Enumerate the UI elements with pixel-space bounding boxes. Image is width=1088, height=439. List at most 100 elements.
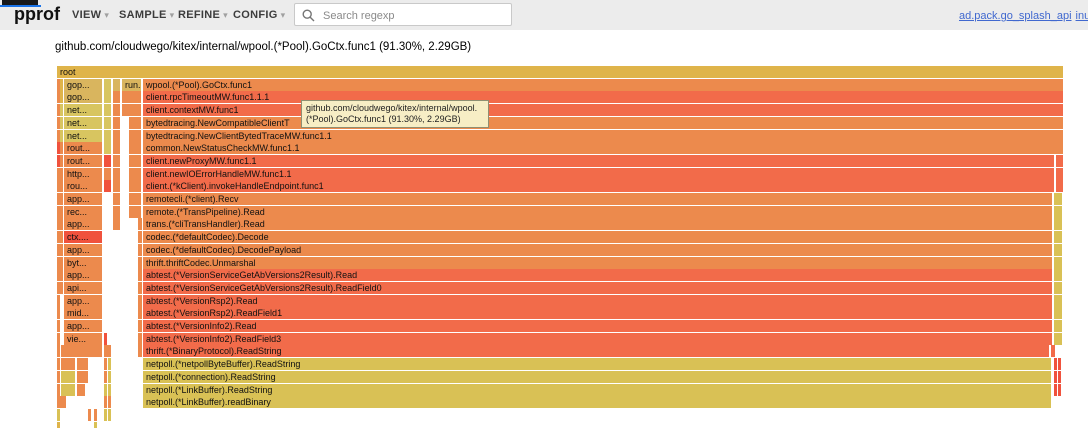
flame-cell[interactable] — [88, 409, 91, 421]
flame-cell[interactable] — [60, 130, 63, 142]
flame-cell[interactable] — [60, 104, 63, 116]
flame-cell[interactable] — [129, 180, 141, 192]
flame-cell[interactable] — [94, 409, 97, 421]
flame-cell[interactable] — [60, 218, 63, 230]
flame-cell[interactable] — [1058, 384, 1061, 396]
flame-frame[interactable]: bytedtracing.NewCompatibleClientT — [143, 117, 1063, 129]
flame-frame[interactable]: net... — [64, 117, 102, 129]
flame-cell[interactable] — [64, 345, 102, 357]
flame-cell[interactable] — [77, 371, 88, 383]
flame-cell[interactable] — [1054, 358, 1057, 370]
flame-cell[interactable] — [113, 117, 120, 129]
flame-cell[interactable] — [60, 155, 63, 167]
flame-frame[interactable]: rec... — [64, 206, 102, 218]
flame-cell[interactable] — [57, 409, 60, 421]
flame-cell[interactable] — [104, 333, 107, 345]
profile-file-link[interactable]: ad.pack.go_splash_api — [959, 10, 1072, 22]
flame-cell[interactable] — [60, 244, 63, 256]
flame-cell[interactable] — [1054, 384, 1057, 396]
flame-cell[interactable] — [57, 345, 60, 357]
flame-cell[interactable] — [138, 320, 142, 332]
flame-cell[interactable] — [60, 231, 63, 243]
flame-frame[interactable]: netpoll.(*LinkBuffer).readBinary — [143, 396, 1051, 408]
flame-frame[interactable]: codec.(*defaultCodec).Decode — [143, 231, 1052, 243]
flame-frame[interactable]: client.contextMW.func1 — [143, 104, 1063, 116]
flame-frame[interactable]: abtest.(*VersionRsp2).Read — [143, 295, 1052, 307]
flame-frame[interactable]: http... — [64, 168, 102, 180]
flame-cell[interactable] — [129, 142, 141, 154]
flame-frame[interactable]: abtest.(*VersionServiceGetAbVersions2Res… — [143, 282, 1052, 294]
flame-cell[interactable] — [60, 79, 63, 91]
flame-frame[interactable]: gop... — [64, 91, 102, 103]
flame-cell[interactable] — [1057, 333, 1062, 345]
flame-cell[interactable] — [94, 422, 97, 428]
flame-cell[interactable] — [57, 333, 60, 345]
flame-frame[interactable]: app... — [64, 320, 102, 332]
flame-cell[interactable] — [129, 193, 141, 205]
flame-cell[interactable] — [138, 257, 142, 269]
flame-cell[interactable] — [60, 180, 63, 192]
flame-cell[interactable] — [1057, 269, 1062, 281]
flame-cell[interactable] — [104, 104, 111, 116]
flame-cell[interactable] — [77, 358, 88, 370]
flame-cell[interactable] — [104, 168, 111, 180]
flame-frame[interactable]: client.newIOErrorHandleMW.func1.1 — [143, 168, 1054, 180]
flame-frame[interactable]: netpoll.(*LinkBuffer).ReadString — [143, 384, 1051, 396]
flame-frame[interactable]: trans.(*cliTransHandler).Read — [143, 218, 1052, 230]
flame-cell[interactable] — [60, 257, 63, 269]
flame-cell[interactable] — [57, 422, 60, 428]
flame-cell[interactable] — [138, 218, 142, 230]
flame-cell[interactable] — [1059, 180, 1063, 192]
flame-cell[interactable] — [113, 91, 120, 103]
flame-cell[interactable] — [138, 295, 142, 307]
flame-frame[interactable]: client.(*kClient).invokeHandleEndpoint.f… — [143, 180, 1054, 192]
flame-cell[interactable] — [104, 345, 111, 357]
flame-cell[interactable] — [60, 193, 63, 205]
flame-cell[interactable] — [113, 168, 120, 180]
flame-cell[interactable] — [77, 384, 85, 396]
flame-cell[interactable] — [104, 130, 111, 142]
flame-cell[interactable] — [104, 117, 111, 129]
flame-cell[interactable] — [60, 206, 63, 218]
flame-cell[interactable] — [138, 345, 142, 357]
flame-cell[interactable] — [1057, 257, 1062, 269]
flame-frame[interactable]: client.newProxyMW.func1.1 — [143, 155, 1054, 167]
flame-cell[interactable] — [122, 91, 141, 103]
flame-cell[interactable] — [57, 358, 60, 370]
flame-cell[interactable] — [138, 282, 142, 294]
flame-cell[interactable] — [57, 295, 60, 307]
flame-frame[interactable]: ctx.... — [64, 231, 102, 243]
flame-cell[interactable] — [1058, 358, 1061, 370]
flame-cell[interactable] — [104, 91, 111, 103]
flame-cell[interactable] — [129, 130, 141, 142]
flame-cell[interactable] — [104, 155, 111, 167]
flame-cell[interactable] — [138, 231, 142, 243]
flame-cell[interactable] — [57, 307, 60, 319]
flame-cell[interactable] — [1057, 320, 1062, 332]
flame-cell[interactable] — [1057, 206, 1062, 218]
flame-cell[interactable] — [1058, 371, 1061, 383]
flame-frame[interactable]: byt... — [64, 257, 102, 269]
flame-cell[interactable] — [61, 384, 75, 396]
flame-cell[interactable] — [57, 371, 60, 383]
flame-cell[interactable] — [129, 155, 141, 167]
flame-cell[interactable] — [108, 371, 111, 383]
flame-frame[interactable]: netpoll.(*netpollByteBuffer).ReadString — [143, 358, 1051, 370]
flame-frame[interactable]: api... — [64, 282, 102, 294]
menu-view[interactable]: VIEW▾ — [72, 9, 109, 21]
flame-cell[interactable] — [104, 180, 111, 192]
flame-cell[interactable] — [108, 409, 111, 421]
flame-cell[interactable] — [138, 333, 142, 345]
flame-frame[interactable]: app... — [64, 218, 102, 230]
flame-cell[interactable] — [1057, 282, 1062, 294]
flame-frame[interactable]: rout... — [64, 142, 102, 154]
flame-frame[interactable]: app... — [64, 295, 102, 307]
flame-frame[interactable]: abtest.(*VersionInfo2).Read — [143, 320, 1052, 332]
flame-cell[interactable] — [113, 130, 120, 142]
search-input[interactable] — [321, 5, 505, 26]
flame-frame[interactable]: gop... — [64, 79, 102, 91]
flame-frame[interactable]: app... — [64, 269, 102, 281]
flame-cell[interactable] — [138, 269, 142, 281]
flame-cell[interactable] — [104, 371, 107, 383]
flame-frame[interactable]: rou... — [64, 180, 102, 192]
